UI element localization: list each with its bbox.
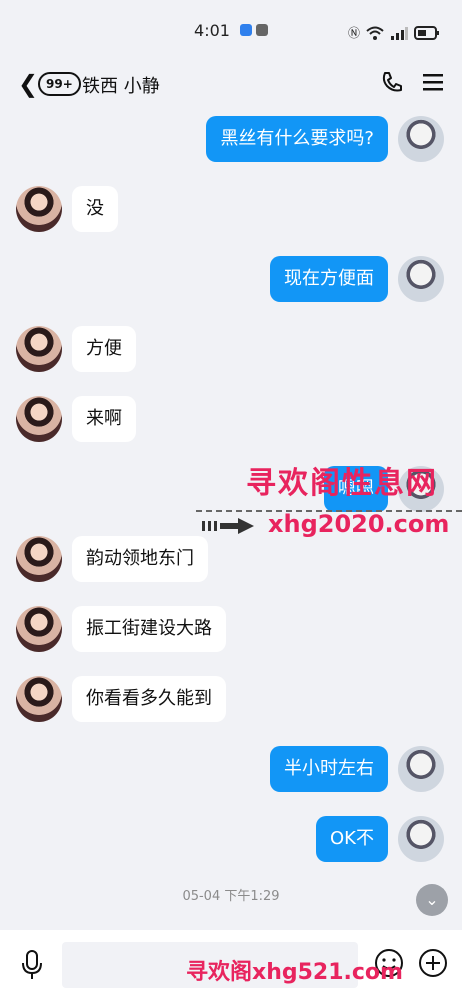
watermark-url: xhg2020.com bbox=[268, 510, 450, 538]
signal-icon bbox=[391, 26, 408, 40]
status-time: 4:01 bbox=[194, 20, 230, 40]
wifi-icon bbox=[366, 26, 384, 40]
battery-icon bbox=[414, 25, 439, 40]
watermark-bottom: 寻欢阁xhg521.com bbox=[186, 960, 403, 985]
status-bar: 4:01 Ⓝ bbox=[0, 0, 462, 60]
add-attachment-icon[interactable] bbox=[418, 948, 448, 978]
nfc-icon: Ⓝ bbox=[347, 26, 360, 40]
watermark-arrow-icon bbox=[202, 518, 254, 534]
back-chevron-icon[interactable]: ❮ bbox=[18, 70, 38, 98]
message-bubble-received[interactable]: 你看看多久能到 bbox=[72, 676, 226, 722]
message-bubble-sent[interactable]: 现在方便面 bbox=[270, 256, 388, 302]
my-avatar[interactable] bbox=[398, 256, 444, 302]
notification-app-icon bbox=[255, 24, 268, 36]
vpn-shield-icon bbox=[239, 24, 252, 36]
contact-avatar[interactable] bbox=[16, 676, 62, 722]
contact-avatar[interactable] bbox=[16, 326, 62, 372]
message-bubble-received[interactable]: 振工街建设大路 bbox=[72, 606, 226, 652]
chat-header: ❮ 99+ 铁西 小静 bbox=[0, 62, 462, 104]
message-bubble-sent[interactable]: OK不 bbox=[316, 816, 388, 862]
phone-call-icon[interactable] bbox=[380, 70, 404, 94]
message-bubble-sent[interactable]: 黑丝有什么要求吗? bbox=[206, 116, 388, 162]
voice-mic-icon[interactable] bbox=[20, 950, 44, 980]
contact-avatar[interactable] bbox=[16, 186, 62, 232]
contact-avatar[interactable] bbox=[16, 396, 62, 442]
my-avatar[interactable] bbox=[398, 746, 444, 792]
my-avatar[interactable] bbox=[398, 816, 444, 862]
message-bubble-received[interactable]: 来啊 bbox=[72, 396, 136, 442]
contact-avatar[interactable] bbox=[16, 606, 62, 652]
message-timestamp: 05-04 下午1:29 bbox=[182, 889, 280, 904]
unread-badge[interactable]: 99+ bbox=[38, 72, 81, 96]
contact-name: 铁西 小静 bbox=[82, 76, 160, 97]
message-bubble-received[interactable]: 没 bbox=[72, 186, 118, 232]
contact-avatar[interactable] bbox=[16, 536, 62, 582]
scroll-down-chevron-icon[interactable]: ⌄ bbox=[416, 884, 448, 916]
my-avatar[interactable] bbox=[398, 116, 444, 162]
message-bubble-sent[interactable]: 半小时左右 bbox=[270, 746, 388, 792]
message-bubble-received[interactable]: 韵动领地东门 bbox=[72, 536, 208, 582]
message-bubble-received[interactable]: 方便 bbox=[72, 326, 136, 372]
menu-icon[interactable] bbox=[422, 72, 444, 92]
watermark-site-name: 寻欢阁性息网 bbox=[246, 466, 438, 501]
status-right-icons: Ⓝ bbox=[348, 24, 440, 41]
